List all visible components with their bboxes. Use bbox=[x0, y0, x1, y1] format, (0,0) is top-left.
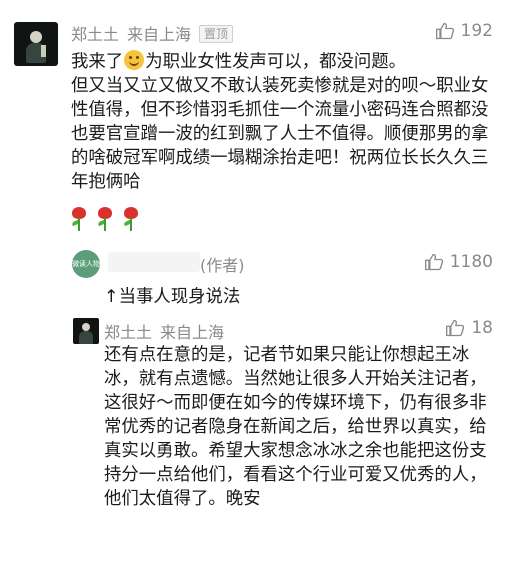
blurred-author-name bbox=[108, 252, 200, 272]
smiley-face-icon bbox=[124, 50, 145, 70]
second-reply-like-button[interactable]: 18 bbox=[445, 318, 493, 338]
reply-commenter-avatar[interactable] bbox=[73, 318, 99, 344]
reply-commenter-name[interactable]: 郑土土 bbox=[104, 323, 152, 342]
rose-icon bbox=[96, 207, 114, 231]
rose-emoji-row bbox=[70, 207, 140, 231]
comment-body: 我来了 为职业女性发声可以，都没问题。 但又当又立又做又不敢认装死卖惨就是对的呗～… bbox=[71, 50, 499, 194]
second-reply-body: 还有点在意的是，记者节如果只能让你想起王冰冰，就有点遗憾。当然她让很多人开始关注… bbox=[104, 345, 487, 509]
avatar-figure-head bbox=[82, 323, 90, 331]
second-reply-like-count: 18 bbox=[471, 318, 493, 338]
reply-like-button[interactable]: 1180 bbox=[424, 252, 493, 272]
thumbs-up-icon bbox=[424, 253, 443, 271]
commenter-name[interactable]: 郑土土 bbox=[71, 25, 119, 44]
thumbs-up-icon bbox=[446, 319, 465, 337]
author-avatar[interactable]: 微读人物 bbox=[72, 250, 100, 278]
rose-icon bbox=[122, 207, 140, 231]
author-reply-text: ↑当事人现身说法 bbox=[104, 287, 241, 307]
reply-like-count: 1180 bbox=[449, 252, 493, 272]
commenter-avatar[interactable] bbox=[14, 22, 58, 66]
reply-commenter-location: 来自上海 bbox=[160, 323, 225, 342]
like-count: 192 bbox=[460, 21, 493, 41]
thumbs-up-icon bbox=[435, 22, 454, 40]
avatar-figure-head bbox=[30, 31, 42, 43]
avatar-figure-body bbox=[79, 331, 93, 344]
author-tag: (作者) bbox=[200, 256, 245, 275]
avatar-figure-highlight bbox=[41, 45, 46, 57]
comment-text-start: 我来了 bbox=[71, 52, 124, 72]
reply-header: 郑土土 来自上海 bbox=[104, 319, 224, 343]
comment-header: 郑土土 来自上海 置顶 bbox=[71, 21, 234, 45]
pinned-badge: 置顶 bbox=[199, 25, 234, 43]
like-button[interactable]: 192 bbox=[435, 21, 493, 41]
comment-text-rest: 为职业女性发声可以，都没问题。 但又当又立又做又不敢认装死卖惨就是对的呗～职业女… bbox=[71, 52, 489, 192]
commenter-location: 来自上海 bbox=[127, 25, 192, 44]
rose-icon bbox=[70, 207, 88, 231]
